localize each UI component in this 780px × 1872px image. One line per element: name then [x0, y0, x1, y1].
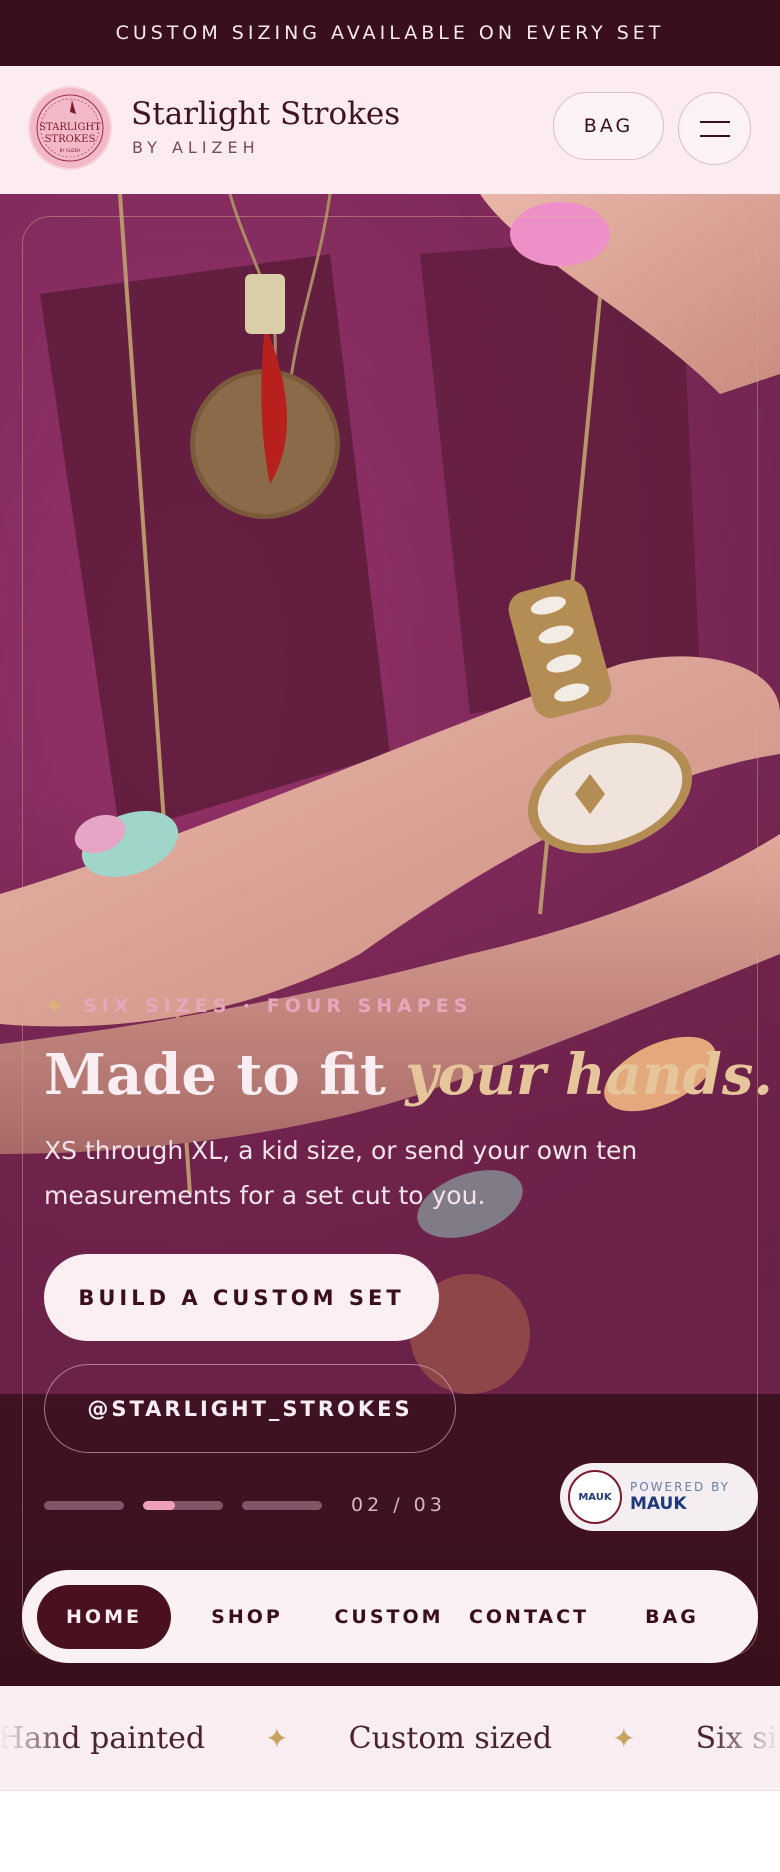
powered-by-label: POWERED BY — [630, 1480, 731, 1494]
announcement-text: CUSTOM SIZING AVAILABLE ON EVERY SET — [115, 22, 665, 44]
slide-dot-1[interactable] — [44, 1500, 124, 1510]
nav-contact[interactable]: CONTACT — [455, 1585, 603, 1649]
nav-bag[interactable]: BAG — [603, 1585, 741, 1649]
hero-section: ✦ SIX SIZES · FOUR SHAPES Made to fit yo… — [0, 194, 780, 1686]
svg-text:BY ALIZEH: BY ALIZEH — [60, 148, 81, 153]
hero-subcopy: XS through XL, a kid size, or send your … — [44, 1136, 638, 1210]
hero-eyebrow: ✦ SIX SIZES · FOUR SHAPES — [44, 992, 472, 1020]
hamburger-icon-line — [699, 134, 730, 137]
headline-plain: Made to fit — [44, 1042, 406, 1108]
svg-text:STROKES: STROKES — [45, 134, 96, 145]
slide-indicators: 02 / 03 — [44, 1494, 446, 1516]
feature-marquee: Hand painted ✦ Custom sized ✦ Six sizes — [0, 1686, 780, 1791]
headline-accent: your hands. — [405, 1042, 773, 1108]
slide-dot-2[interactable] — [143, 1500, 223, 1510]
marquee-fade-left — [0, 1686, 70, 1790]
svg-text:STARLIGHT: STARLIGHT — [39, 122, 101, 133]
marquee-fade-right — [710, 1686, 780, 1790]
slide-counter: 02 / 03 — [351, 1494, 446, 1516]
nav-shop[interactable]: SHOP — [171, 1585, 323, 1649]
sparkle-icon: ✦ — [265, 1722, 289, 1755]
site-header: STARLIGHT STROKES BY ALIZEH Starlight St… — [0, 66, 780, 194]
bottom-nav: HOME SHOP CUSTOM CONTACT BAG — [22, 1570, 758, 1663]
brand-logo[interactable]: STARLIGHT STROKES BY ALIZEH — [28, 86, 112, 170]
announcement-bar: CUSTOM SIZING AVAILABLE ON EVERY SET — [0, 0, 780, 66]
sparkle-icon: ✦ — [612, 1722, 636, 1755]
marquee-track: Hand painted ✦ Custom sized ✦ Six sizes — [0, 1686, 780, 1790]
eyebrow-text: SIX SIZES · FOUR SHAPES — [83, 995, 473, 1017]
slide-dot-3[interactable] — [242, 1500, 322, 1510]
marquee-item: Custom sized — [348, 1721, 553, 1756]
powered-text: POWERED BY MAUK — [630, 1480, 730, 1514]
brand-name[interactable]: Starlight Strokes — [131, 96, 400, 132]
nav-custom[interactable]: CUSTOM — [323, 1585, 455, 1649]
sparkle-icon: ✦ — [44, 992, 70, 1020]
instagram-handle-button[interactable]: @STARLIGHT_STROKES — [44, 1364, 456, 1453]
brand-subtitle: BY ALIZEH — [132, 138, 260, 157]
nav-home[interactable]: HOME — [37, 1584, 171, 1649]
bag-button[interactable]: BAG — [553, 92, 664, 160]
logo-emblem-icon: STARLIGHT STROKES BY ALIZEH — [36, 94, 104, 162]
hero-headline: Made to fit your hands. — [44, 1042, 773, 1108]
menu-button[interactable] — [678, 92, 751, 165]
build-custom-set-button[interactable]: BUILD A CUSTOM SET — [44, 1254, 439, 1341]
powered-by-name: MAUK — [630, 1494, 687, 1514]
hamburger-icon — [699, 120, 730, 123]
mauk-logo-icon: MAUK — [568, 1470, 622, 1524]
powered-by-badge[interactable]: MAUK POWERED BY MAUK — [560, 1463, 758, 1531]
